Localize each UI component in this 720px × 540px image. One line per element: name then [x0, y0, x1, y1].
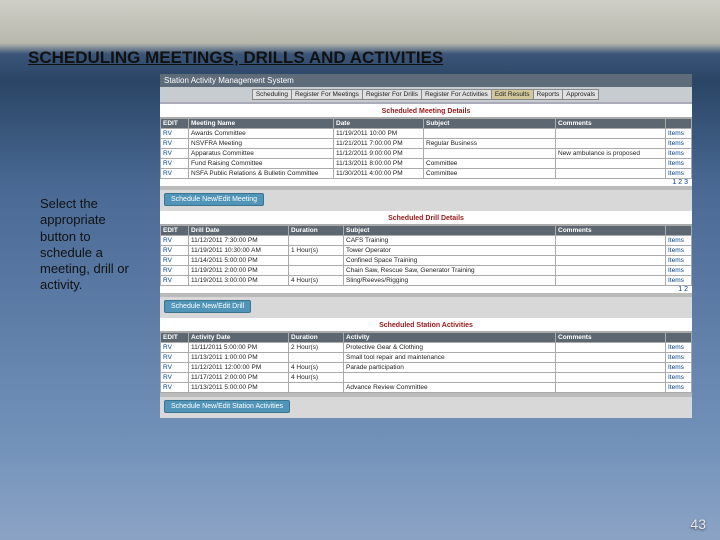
meetings-row: RVFund Raising Committee11/13/2011 8:00:…	[161, 159, 692, 169]
meetings-col: Date	[334, 119, 424, 129]
meetings-col: Meeting Name	[189, 119, 334, 129]
items-link[interactable]: Items	[668, 384, 684, 391]
items-link[interactable]: Items	[668, 170, 684, 177]
edit-link[interactable]: RV	[163, 247, 172, 254]
activities-col: Duration	[289, 333, 344, 343]
meetings-row: RVNSVFRA Meeting11/21/2011 7:00:00 PMReg…	[161, 139, 692, 149]
tab-approvals[interactable]: Approvals	[562, 89, 599, 100]
activities-col: Activity	[344, 333, 556, 343]
drills-row: RV11/19/2011 10:30:00 AM1 Hour(s)Tower O…	[161, 246, 692, 256]
tab-register-for-meetings[interactable]: Register For Meetings	[291, 89, 363, 100]
activities-col: Activity Date	[189, 333, 289, 343]
meetings-table: EDITMeeting NameDateSubjectCommentsRVAwa…	[160, 118, 692, 179]
items-link[interactable]: Items	[668, 364, 684, 371]
schedule-activity-button[interactable]: Schedule New/Edit Station Activities	[164, 400, 290, 413]
activities-col	[666, 333, 692, 343]
edit-link[interactable]: RV	[163, 140, 172, 147]
tab-register-for-activities[interactable]: Register For Activities	[421, 89, 492, 100]
drills-row: RV11/19/2011 3:00:00 PM4 Hour(s)Sling/Re…	[161, 276, 692, 286]
drills-table: EDITDrill DateDurationSubjectCommentsRV1…	[160, 225, 692, 286]
activities-row: RV11/12/2011 12:00:00 PM4 Hour(s)Parade …	[161, 363, 692, 373]
edit-link[interactable]: RV	[163, 237, 172, 244]
edit-link[interactable]: RV	[163, 344, 172, 351]
edit-link[interactable]: RV	[163, 277, 172, 284]
items-link[interactable]: Items	[668, 344, 684, 351]
activities-heading: Scheduled Station Activities	[160, 318, 692, 332]
items-link[interactable]: Items	[668, 247, 684, 254]
items-link[interactable]: Items	[668, 257, 684, 264]
drills-heading: Scheduled Drill Details	[160, 211, 692, 225]
items-link[interactable]: Items	[668, 267, 684, 274]
edit-link[interactable]: RV	[163, 257, 172, 264]
instruction-text: Select the appropriate button to schedul…	[40, 196, 140, 294]
activities-col: Comments	[556, 333, 666, 343]
items-link[interactable]: Items	[668, 277, 684, 284]
tab-reports[interactable]: Reports	[533, 89, 564, 100]
meetings-row: RVApparatus Committee11/12/2011 9:00:00 …	[161, 149, 692, 159]
tab-register-for-drills[interactable]: Register For Drills	[362, 89, 422, 100]
page-number: 43	[690, 516, 706, 532]
drills-col: Comments	[556, 226, 666, 236]
drills-col: Duration	[289, 226, 344, 236]
drills-pager[interactable]: 1 2	[160, 286, 692, 293]
items-link[interactable]: Items	[668, 130, 684, 137]
schedule-drill-button[interactable]: Schedule New/Edit Drill	[164, 300, 251, 313]
items-link[interactable]: Items	[668, 150, 684, 157]
meetings-col: Comments	[556, 119, 666, 129]
tab-edit-results[interactable]: Edit Results	[491, 89, 534, 100]
app-window: Station Activity Management System Sched…	[160, 74, 692, 418]
meetings-row: RVNSFA Public Relations & Bulletin Commi…	[161, 169, 692, 179]
drills-col: Subject	[344, 226, 556, 236]
items-link[interactable]: Items	[668, 237, 684, 244]
activities-row: RV11/17/2011 2:00:00 PM4 Hour(s)Items	[161, 373, 692, 383]
edit-link[interactable]: RV	[163, 374, 172, 381]
edit-link[interactable]: RV	[163, 364, 172, 371]
items-link[interactable]: Items	[668, 354, 684, 361]
schedule-meeting-button[interactable]: Schedule New/Edit Meeting	[164, 193, 264, 206]
edit-link[interactable]: RV	[163, 384, 172, 391]
edit-link[interactable]: RV	[163, 170, 172, 177]
drills-row: RV11/12/2011 7:30:00 PMCAFS TrainingItem…	[161, 236, 692, 246]
drills-row: RV11/19/2011 2:00:00 PMChain Saw, Rescue…	[161, 266, 692, 276]
activities-col: EDIT	[161, 333, 189, 343]
app-title-text: Station Activity Management System	[164, 76, 294, 85]
activities-row: RV11/11/2011 5:00:00 PM2 Hour(s)Protecti…	[161, 343, 692, 353]
items-link[interactable]: Items	[668, 160, 684, 167]
items-link[interactable]: Items	[668, 140, 684, 147]
meetings-heading: Scheduled Meeting Details	[160, 104, 692, 118]
drills-row: RV11/14/2011 5:00:00 PMConfined Space Tr…	[161, 256, 692, 266]
edit-link[interactable]: RV	[163, 130, 172, 137]
activities-table: EDITActivity DateDurationActivityComment…	[160, 332, 692, 393]
meetings-pager[interactable]: 1 2 3	[160, 179, 692, 186]
edit-link[interactable]: RV	[163, 354, 172, 361]
edit-link[interactable]: RV	[163, 150, 172, 157]
slide-title: SCHEDULING MEETINGS, DRILLS AND ACTIVITI…	[28, 48, 443, 68]
window-titlebar: Station Activity Management System	[160, 74, 692, 87]
items-link[interactable]: Items	[668, 374, 684, 381]
meetings-col: EDIT	[161, 119, 189, 129]
meetings-row: RVAwards Committee11/19/2011 10:00 PMIte…	[161, 129, 692, 139]
tab-scheduling[interactable]: Scheduling	[252, 89, 292, 100]
activities-row: RV11/13/2011 5:00:00 PMAdvance Review Co…	[161, 383, 692, 393]
drills-col	[666, 226, 692, 236]
activities-row: RV11/13/2011 1:00:00 PMSmall tool repair…	[161, 353, 692, 363]
drills-col: Drill Date	[189, 226, 289, 236]
nav-tabs: SchedulingRegister For MeetingsRegister …	[160, 87, 692, 104]
edit-link[interactable]: RV	[163, 160, 172, 167]
drills-col: EDIT	[161, 226, 189, 236]
meetings-col: Subject	[424, 119, 556, 129]
edit-link[interactable]: RV	[163, 267, 172, 274]
meetings-col	[666, 119, 692, 129]
